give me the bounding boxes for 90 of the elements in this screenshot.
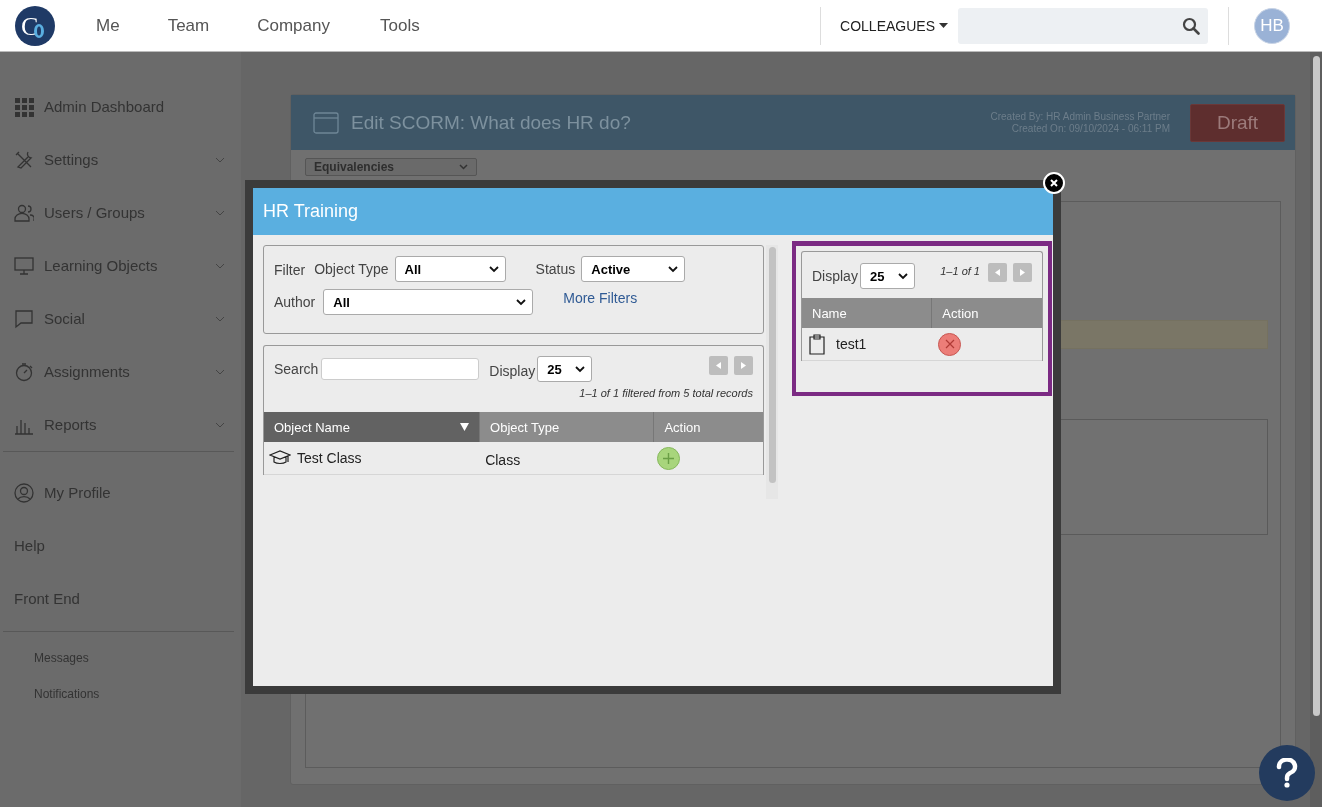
- chevron-down-icon: [215, 368, 225, 375]
- column-header[interactable]: Object Name: [264, 412, 481, 442]
- status-label: Status: [535, 261, 576, 277]
- author-select[interactable]: All: [323, 289, 534, 315]
- chevron-down-icon: [516, 298, 527, 306]
- triangle-left-icon: [993, 268, 1002, 277]
- scrollbar-thumb[interactable]: [768, 247, 776, 483]
- status-select[interactable]: Active: [581, 256, 686, 282]
- sidebar-item[interactable]: Messages: [0, 640, 241, 676]
- caret-down-icon: [939, 23, 948, 28]
- grid-icon: [14, 96, 34, 117]
- stopwatch-icon: [14, 361, 34, 382]
- colleagues-dropdown[interactable]: COLLEAGUES: [840, 17, 948, 34]
- sidebar-item[interactable]: Help: [0, 519, 241, 572]
- sidebar-item[interactable]: My Profile: [0, 466, 241, 519]
- page-title: Edit SCORM: What does HR do?: [351, 111, 632, 134]
- object-type-label: Object Type: [314, 261, 389, 277]
- object-type-cell-text: Class: [484, 451, 522, 468]
- page-previous-button[interactable]: [709, 356, 728, 375]
- chevron-down-icon: [215, 421, 225, 428]
- table-row[interactable]: Test Class Class: [264, 442, 763, 475]
- display-select[interactable]: 25: [537, 356, 593, 382]
- monitor-icon: [14, 255, 34, 276]
- remove-button[interactable]: [938, 332, 961, 356]
- search-field[interactable]: [958, 7, 1208, 44]
- clipboard-icon: [808, 333, 826, 355]
- graduation-cap-icon: [269, 449, 291, 467]
- sidebar-item[interactable]: Social: [0, 292, 241, 345]
- column-header[interactable]: Object Type: [480, 412, 655, 442]
- chevron-down-icon: [215, 262, 225, 269]
- column-header[interactable]: Action: [932, 298, 1042, 328]
- sort-descending-icon: [460, 423, 470, 431]
- search-icon: [1182, 16, 1200, 35]
- close-icon: [1050, 179, 1058, 187]
- object-name-cell: Test Class: [297, 450, 362, 466]
- column-header[interactable]: Action: [654, 412, 763, 442]
- user-avatar[interactable]: HB: [1254, 7, 1290, 44]
- column-header[interactable]: Name: [802, 298, 933, 328]
- table-row[interactable]: test1: [802, 328, 1042, 361]
- display-label: Display: [489, 363, 536, 379]
- page-next-button[interactable]: [1013, 263, 1032, 282]
- chevron-down-icon: [459, 164, 468, 170]
- triangle-left-icon: [714, 361, 723, 370]
- chevron-down-icon: [897, 272, 908, 280]
- author-label: Author: [274, 294, 316, 310]
- object-type-select[interactable]: All: [394, 256, 506, 282]
- chevron-down-icon: [215, 209, 225, 216]
- users-icon: [14, 202, 34, 223]
- page-previous-button[interactable]: [988, 263, 1007, 282]
- sidebar-item[interactable]: Reports: [0, 398, 241, 451]
- sidebar-item[interactable]: Front End: [0, 572, 241, 625]
- nav-link[interactable]: Tools: [379, 15, 420, 36]
- draft-button[interactable]: Draft: [1190, 103, 1285, 142]
- scrollbar-thumb[interactable]: [1312, 56, 1320, 716]
- section-select[interactable]: Equivalencies: [305, 158, 477, 176]
- question-mark-icon: [1276, 758, 1298, 788]
- nav-link[interactable]: Me: [96, 15, 120, 36]
- chevron-down-icon: [488, 265, 499, 273]
- speech-bubble-icon: [14, 308, 34, 329]
- sidebar-item[interactable]: Admin Dashboard: [0, 80, 241, 133]
- records-count: 1–1 of 1 filtered from 5 total records: [578, 386, 754, 401]
- display-select[interactable]: 25: [859, 263, 915, 289]
- triangle-right-icon: [1018, 268, 1027, 277]
- filter-label: Filter: [274, 262, 306, 278]
- sidebar-item[interactable]: Settings: [0, 133, 241, 186]
- chevron-down-icon: [668, 265, 679, 273]
- chevron-down-icon: [575, 365, 586, 373]
- modal-title: HR Training: [263, 201, 359, 222]
- chevron-down-icon: [215, 315, 225, 322]
- user-circle-icon: [14, 482, 34, 503]
- triangle-right-icon: [739, 361, 748, 370]
- more-filters-link[interactable]: More Filters: [563, 290, 638, 306]
- nav-link[interactable]: Company: [257, 15, 330, 36]
- sidebar-item[interactable]: Users / Groups: [0, 186, 241, 239]
- plus-icon: [662, 451, 676, 465]
- sidebar-item[interactable]: Learning Objects: [0, 239, 241, 292]
- page-next-button[interactable]: [734, 356, 753, 375]
- sidebar-item[interactable]: Assignments: [0, 345, 241, 398]
- browser-window-icon: [313, 111, 339, 134]
- chevron-down-icon: [215, 156, 225, 163]
- add-button[interactable]: [657, 446, 681, 470]
- tools-icon: [14, 149, 34, 170]
- x-icon: [944, 339, 955, 349]
- records-count: 1–1 of 1: [940, 264, 980, 277]
- item-name-cell: test1: [836, 336, 867, 352]
- nav-link[interactable]: Team: [167, 15, 210, 36]
- search-field[interactable]: [321, 358, 480, 380]
- search-label: Search: [274, 361, 319, 377]
- display-label: Display: [812, 268, 858, 284]
- sidebar-item[interactable]: Notifications: [0, 676, 241, 712]
